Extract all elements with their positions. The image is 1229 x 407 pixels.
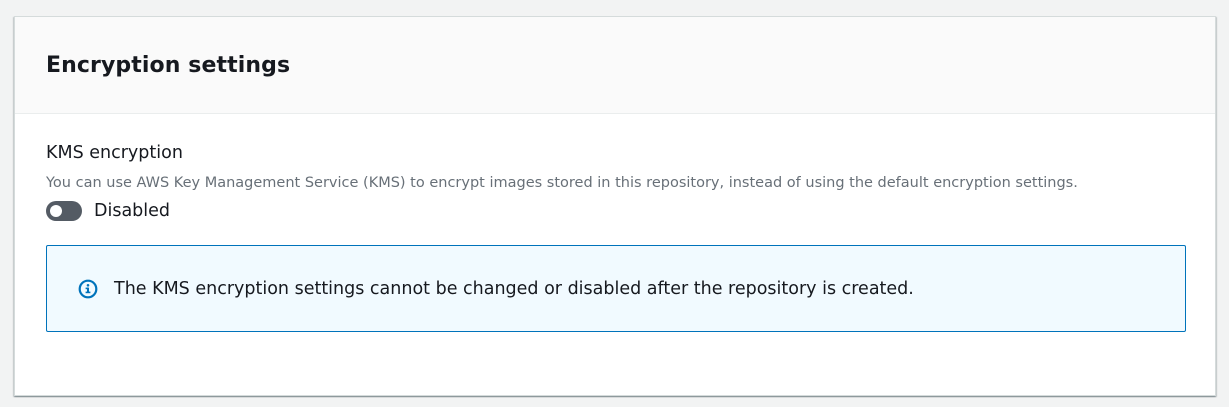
panel-header: Encryption settings	[15, 17, 1215, 114]
toggle-knob	[50, 205, 62, 217]
kms-encryption-label: KMS encryption	[46, 143, 183, 163]
info-message: The KMS encryption settings cannot be ch…	[114, 278, 914, 299]
kms-toggle-row: Disabled	[46, 198, 1184, 224]
panel-title: Encryption settings	[46, 52, 291, 78]
info-icon	[77, 278, 99, 300]
info-alert: The KMS encryption settings cannot be ch…	[46, 245, 1186, 332]
kms-encryption-description: You can use AWS Key Management Service (…	[46, 175, 1078, 191]
kms-toggle-label: Disabled	[94, 201, 171, 221]
kms-encryption-toggle[interactable]	[46, 201, 82, 221]
encryption-settings-panel: Encryption settings KMS encryption You c…	[14, 16, 1216, 396]
panel-body: KMS encryption You can use AWS Key Manag…	[15, 114, 1215, 332]
